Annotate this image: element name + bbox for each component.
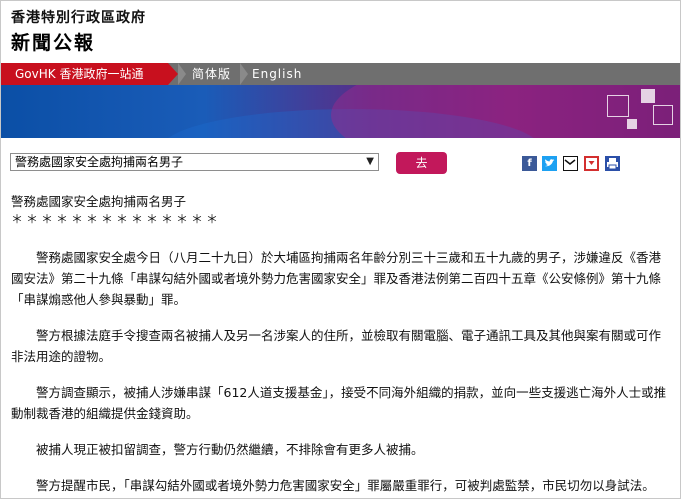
article-body: 警務處國家安全處拘捕兩名男子 ＊＊＊＊＊＊＊＊＊＊＊＊＊＊ 警務處國家安全處今日… (11, 191, 667, 496)
select-value: 警務處國家安全處拘捕兩名男子 (15, 155, 184, 169)
chevron-down-icon: ▼ (366, 156, 374, 167)
article-toolbar: 警務處國家安全處拘捕兩名男子 ▼ 去 f (1, 151, 680, 177)
article-paragraph: 警方調查顯示，被捕人涉嫌串謀「612人道支援基金」，接受不同海外組織的捐款，並向… (11, 385, 667, 421)
twitter-icon[interactable] (542, 156, 557, 171)
bookmark-icon[interactable] (584, 156, 599, 171)
govhk-tab-arrow (168, 63, 178, 85)
title-separator: ＊＊＊＊＊＊＊＊＊＊＊＊＊＊ (11, 212, 222, 226)
nav-separator (178, 63, 186, 85)
article-paragraph: 警務處國家安全處今日（八月二十九日）於大埔區拘捕兩名年齡分別三十三歲和五十九歲的… (11, 250, 662, 307)
header-banner (1, 85, 680, 138)
page-frame: 香港特別行政區政府 新聞公報 GovHK 香港政府一站通 简体版 English… (0, 0, 681, 499)
site-header: 香港特別行政區政府 新聞公報 (1, 1, 680, 63)
email-icon[interactable] (563, 156, 578, 171)
govhk-link[interactable]: GovHK 香港政府一站通 (1, 63, 168, 85)
banner-decoration (641, 89, 655, 103)
article-title: 警務處國家安全處拘捕兩名男子 (11, 194, 187, 209)
article-paragraph: 被捕人現正被扣留調查，警方行動仍然繼續，不排除會有更多人被捕。 (36, 442, 424, 457)
english-link[interactable]: English (252, 63, 302, 85)
article-paragraph: 警方提醒市民，「串謀勾結外國或者境外勢力危害國家安全」罪屬嚴重罪行，可被判處監禁… (36, 478, 655, 493)
go-button[interactable]: 去 (396, 152, 447, 174)
simplified-chinese-link[interactable]: 简体版 (192, 63, 231, 85)
facebook-icon[interactable]: f (522, 156, 537, 171)
top-nav: GovHK 香港政府一站通 简体版 English (1, 63, 680, 85)
section-title: 新聞公報 (11, 32, 96, 54)
article-paragraph: 警方根據法庭手令搜查兩名被捕人及另一名涉案人的住所，並檢取有關電腦、電子通訊工具… (11, 328, 662, 364)
org-name: 香港特別行政區政府 (11, 10, 146, 26)
banner-decoration (607, 95, 629, 117)
banner-decoration (653, 105, 673, 125)
print-icon[interactable] (605, 156, 620, 171)
nav-separator (240, 63, 248, 85)
press-release-select[interactable]: 警務處國家安全處拘捕兩名男子 ▼ (10, 153, 379, 171)
banner-decoration (627, 119, 637, 129)
